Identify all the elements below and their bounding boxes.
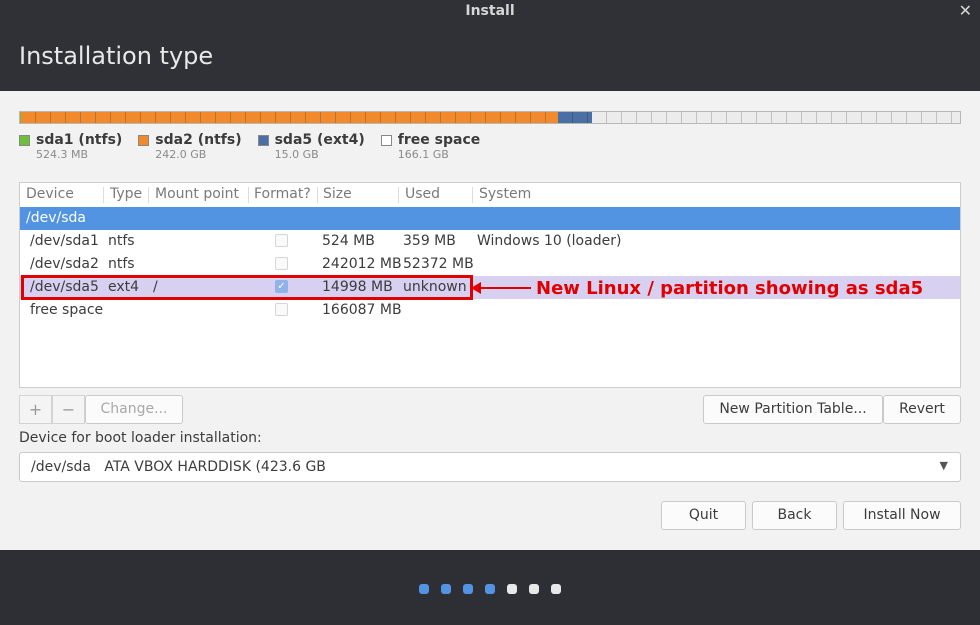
window-titlebar: Install ✕ bbox=[0, 0, 980, 22]
row-type: ntfs bbox=[108, 256, 135, 272]
legend-name: free space bbox=[397, 132, 481, 148]
bootloader-device-select[interactable]: /dev/sda ATA VBOX HARDDISK (423.6 GB ▼ bbox=[19, 452, 961, 482]
progress-dot bbox=[441, 584, 451, 594]
col-format[interactable]: Format? bbox=[254, 186, 311, 202]
row-used: 359 MB bbox=[403, 233, 456, 249]
row-used: 52372 MB bbox=[403, 256, 474, 272]
close-icon[interactable]: ✕ bbox=[959, 0, 972, 22]
legend-size: 242.0 GB bbox=[155, 148, 207, 161]
column-divider bbox=[317, 187, 318, 203]
row-size: 166087 MB bbox=[322, 302, 402, 318]
legend-swatch bbox=[19, 135, 30, 146]
legend-item: sda2 (ntfs) 242.0 GB bbox=[138, 132, 242, 161]
partition-legend: sda1 (ntfs) 524.3 MB sda2 (ntfs) 242.0 GB sd… bbox=[19, 132, 496, 161]
col-type[interactable]: Type bbox=[110, 186, 142, 202]
col-device[interactable]: Device bbox=[26, 186, 74, 202]
annotation-highlight-box bbox=[21, 275, 473, 300]
row-device: free space bbox=[30, 302, 104, 318]
legend-size: 524.3 MB bbox=[36, 148, 89, 161]
row-system: Windows 10 (loader) bbox=[477, 233, 622, 249]
progress-dot bbox=[529, 584, 539, 594]
column-divider bbox=[103, 187, 104, 203]
change-partition-button[interactable]: Change... bbox=[85, 395, 183, 424]
column-divider bbox=[398, 187, 399, 203]
col-size[interactable]: Size bbox=[323, 186, 352, 202]
back-button[interactable]: Back bbox=[752, 501, 837, 530]
legend-size: 15.0 GB bbox=[274, 148, 319, 161]
disk-device: /dev/sda bbox=[26, 210, 86, 226]
col-system[interactable]: System bbox=[479, 186, 531, 202]
partition-segment-free bbox=[591, 112, 960, 123]
revert-button[interactable]: Revert bbox=[883, 395, 961, 424]
legend-item: sda5 (ext4) 15.0 GB bbox=[257, 132, 365, 161]
column-divider bbox=[148, 187, 149, 203]
bootloader-device-value: /dev/sda ATA VBOX HARDDISK (423.6 GB bbox=[31, 459, 326, 475]
legend-swatch bbox=[257, 135, 269, 146]
column-divider bbox=[472, 187, 473, 203]
progress-dots bbox=[419, 584, 561, 594]
legend-name: sda1 (ntfs) bbox=[36, 132, 123, 148]
partition-bar bbox=[19, 111, 961, 124]
arrow-left-icon bbox=[471, 282, 531, 294]
remove-partition-button[interactable]: − bbox=[52, 395, 85, 424]
quit-button[interactable]: Quit bbox=[661, 501, 746, 530]
row-size: 242012 MB bbox=[322, 256, 402, 272]
legend-item: free space 166.1 GB bbox=[380, 132, 481, 161]
table-row-disk[interactable]: /dev/sda bbox=[20, 207, 960, 230]
chevron-down-icon: ▼ bbox=[939, 459, 948, 472]
main-content: sda1 (ntfs) 524.3 MB sda2 (ntfs) 242.0 GB sd… bbox=[0, 91, 980, 550]
row-type: ntfs bbox=[108, 233, 135, 249]
partition-segment-sda5 bbox=[558, 112, 592, 123]
progress-dot bbox=[463, 584, 473, 594]
partition-segment-sda2 bbox=[21, 112, 559, 123]
legend-swatch bbox=[380, 135, 392, 146]
column-divider bbox=[248, 187, 249, 203]
format-checkbox[interactable] bbox=[275, 234, 288, 247]
legend-name: sda2 (ntfs) bbox=[155, 132, 242, 148]
col-used[interactable]: Used bbox=[405, 186, 440, 202]
bootloader-label: Device for boot loader installation: bbox=[19, 430, 262, 446]
progress-dot bbox=[507, 584, 517, 594]
col-mount[interactable]: Mount point bbox=[155, 186, 239, 202]
legend-swatch bbox=[138, 135, 150, 146]
annotation-text: New Linux / partition showing as sda5 bbox=[536, 278, 924, 299]
legend-size: 166.1 GB bbox=[397, 148, 449, 161]
row-device: /dev/sda1 bbox=[30, 233, 99, 249]
page-title: Installation type bbox=[19, 42, 214, 70]
progress-dot bbox=[485, 584, 495, 594]
table-row[interactable]: /dev/sda1 ntfs 524 MB 359 MB Windows 10 … bbox=[20, 230, 960, 253]
table-row[interactable]: /dev/sda2 ntfs 242012 MB 52372 MB bbox=[20, 253, 960, 276]
format-checkbox[interactable] bbox=[275, 257, 288, 270]
install-now-button[interactable]: Install Now bbox=[843, 501, 961, 530]
row-device: /dev/sda2 bbox=[30, 256, 99, 272]
row-size: 524 MB bbox=[322, 233, 375, 249]
progress-dot bbox=[551, 584, 561, 594]
footer bbox=[0, 550, 980, 625]
add-partition-button[interactable]: + bbox=[19, 395, 52, 424]
legend-item: sda1 (ntfs) 524.3 MB bbox=[19, 132, 122, 161]
table-header: Device Type Mount point Format? Size Use… bbox=[20, 183, 960, 207]
format-checkbox[interactable] bbox=[275, 303, 288, 316]
page-header: Installation type bbox=[0, 22, 980, 91]
progress-dot bbox=[419, 584, 429, 594]
window-title: Install bbox=[465, 3, 515, 19]
legend-name: sda5 (ext4) bbox=[274, 132, 365, 148]
table-row[interactable]: free space 166087 MB bbox=[20, 299, 960, 322]
new-partition-table-button[interactable]: New Partition Table... bbox=[703, 395, 883, 424]
